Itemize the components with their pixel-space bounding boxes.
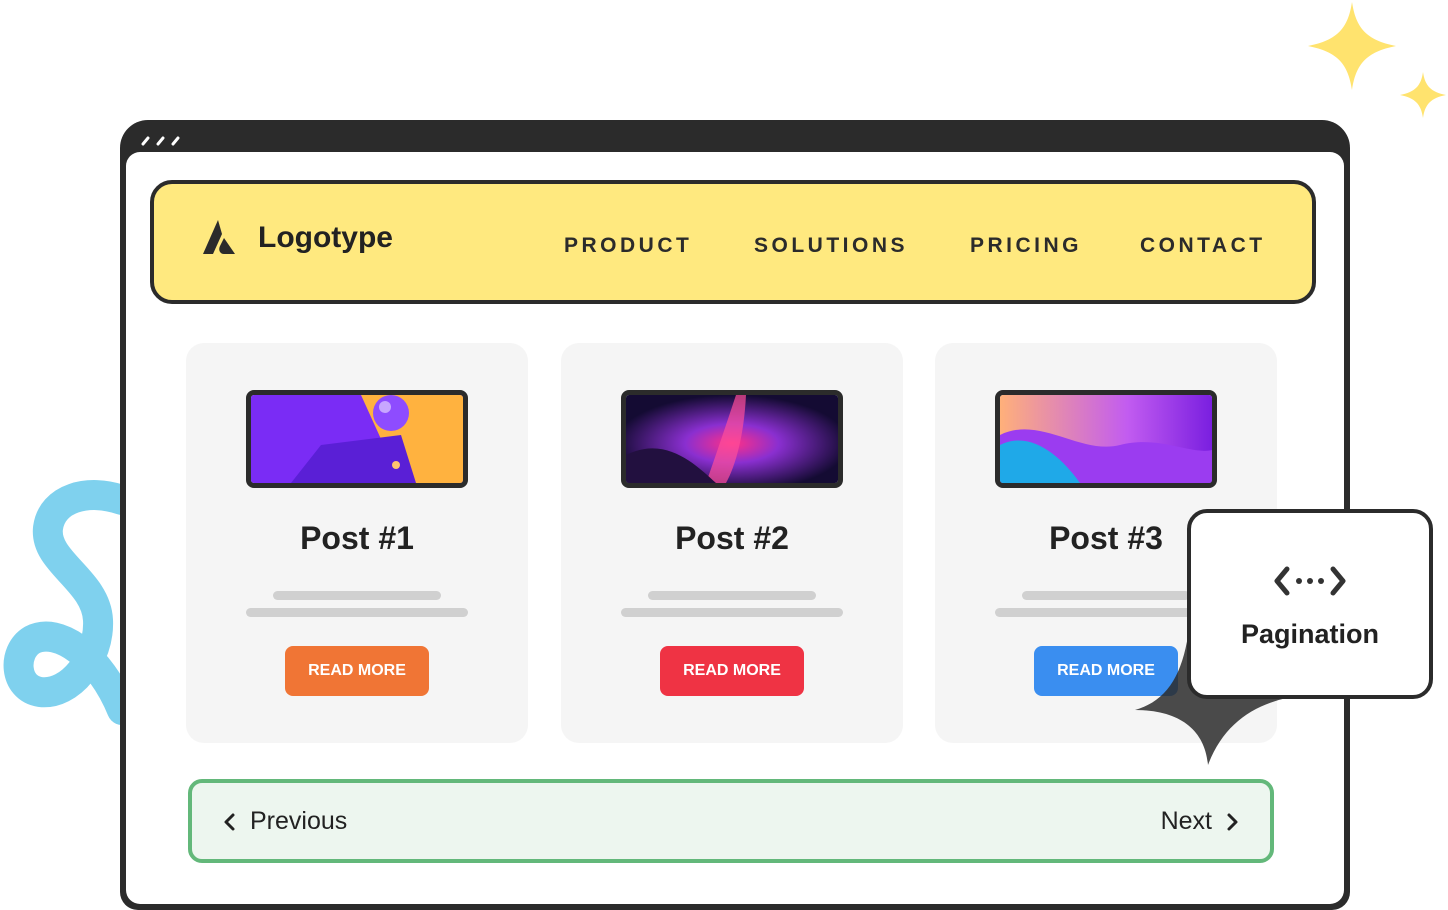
- brand-name: Logotype: [258, 221, 393, 254]
- nav-item-pricing[interactable]: PRICING: [970, 234, 1082, 258]
- next-label: Next: [1160, 807, 1212, 835]
- text-placeholder-line: [273, 591, 441, 600]
- text-placeholder-line: [1022, 591, 1190, 600]
- blue-squiggle-icon: [3, 480, 125, 725]
- browser-window: Logotype PRODUCT SOLUTIONS PRICING CONTA…: [120, 120, 1350, 910]
- post-card-1: Post #1 READ MORE: [186, 343, 528, 743]
- next-button[interactable]: Next: [1161, 807, 1240, 836]
- text-placeholder-line: [246, 608, 468, 617]
- post-title-2: Post #2: [675, 520, 789, 556]
- post-image-3: [995, 390, 1217, 488]
- chevron-left-icon: [224, 813, 235, 830]
- abstract-image-1: [251, 395, 463, 483]
- navbar: Logotype PRODUCT SOLUTIONS PRICING CONTA…: [150, 180, 1316, 304]
- post-image-1: [246, 390, 468, 488]
- brand-logo[interactable]: Logotype: [202, 218, 393, 258]
- previous-button[interactable]: Previous: [222, 807, 347, 836]
- read-more-button-2[interactable]: READ MORE: [660, 646, 804, 696]
- tooltip-label: Pagination: [1240, 619, 1379, 649]
- logo-mark-icon: [203, 220, 235, 254]
- window-dots-icon: [141, 136, 180, 146]
- post-image-2: [621, 390, 843, 488]
- text-placeholder-line: [621, 608, 843, 617]
- abstract-image-3: [1000, 395, 1212, 483]
- pagination-bar: Previous Next: [188, 779, 1274, 863]
- previous-label: Previous: [250, 807, 348, 835]
- chevron-right-icon: [1227, 813, 1238, 830]
- sparkle-stars-icon: [1308, 2, 1446, 118]
- pagination-tooltip: Pagination: [1187, 509, 1433, 699]
- nav-item-solutions[interactable]: SOLUTIONS: [754, 234, 908, 258]
- nav-item-product[interactable]: PRODUCT: [564, 234, 692, 258]
- post-card-2: Post #2 READ MORE: [561, 343, 903, 743]
- read-more-button-1[interactable]: READ MORE: [285, 646, 429, 696]
- abstract-image-2: [626, 395, 838, 483]
- nav-item-contact[interactable]: CONTACT: [1140, 234, 1266, 258]
- page-content: Logotype PRODUCT SOLUTIONS PRICING CONTA…: [126, 152, 1344, 904]
- pagination-icon: [1274, 566, 1346, 596]
- post-title-1: Post #1: [300, 520, 414, 556]
- text-placeholder-line: [648, 591, 816, 600]
